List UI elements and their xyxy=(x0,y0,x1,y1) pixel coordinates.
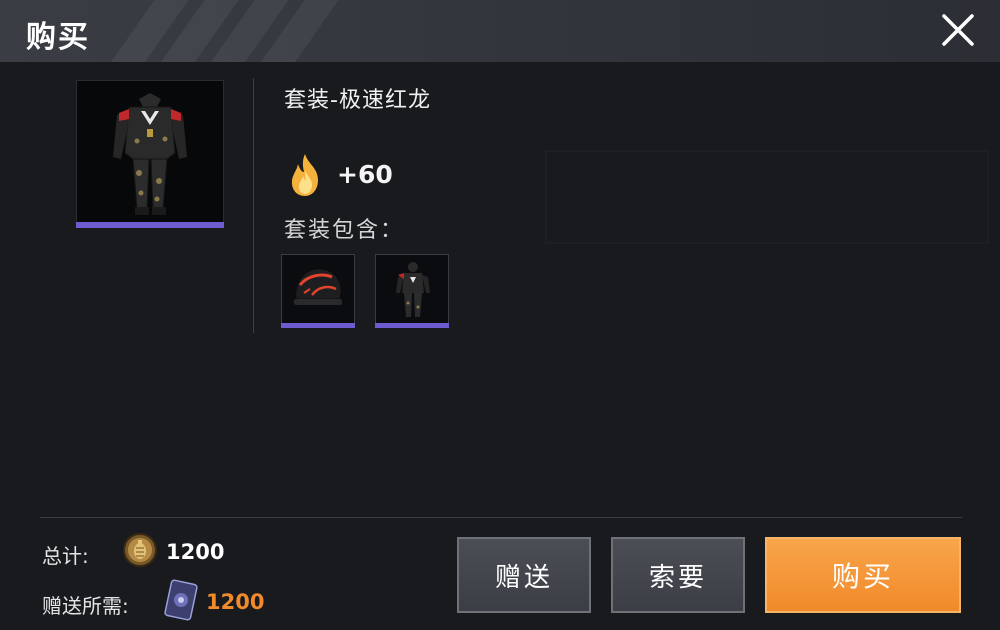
flame-icon xyxy=(286,152,324,198)
total-value: 1200 xyxy=(166,540,225,564)
gift-card-icon xyxy=(162,578,198,622)
gift-required-value: 1200 xyxy=(206,590,265,614)
item-preview[interactable] xyxy=(76,80,224,228)
score-value: +60 xyxy=(337,160,393,189)
coin-icon xyxy=(122,532,158,568)
dialog-title: 购买 xyxy=(26,20,90,55)
helmet-icon xyxy=(294,268,342,305)
total-label: 总计: xyxy=(42,544,89,568)
horizontal-divider xyxy=(40,517,962,518)
outfit-icon xyxy=(396,262,430,317)
vertical-divider xyxy=(253,78,254,333)
gift-required-label: 赠送所需: xyxy=(42,594,129,618)
request-button[interactable]: 索要 xyxy=(611,537,745,613)
rarity-bar xyxy=(76,222,224,228)
contents-label: 套装包含： xyxy=(284,218,405,243)
gift-button[interactable]: 赠送 xyxy=(457,537,591,613)
outfit-icon xyxy=(113,93,187,215)
content-item-helmet[interactable] xyxy=(281,254,355,328)
rarity-bar xyxy=(375,323,449,328)
content-item-outfit[interactable] xyxy=(375,254,449,328)
title-bar: 购买 xyxy=(0,0,1000,62)
buy-button[interactable]: 购买 xyxy=(765,537,961,613)
close-icon[interactable] xyxy=(938,10,978,50)
rarity-bar xyxy=(281,323,355,328)
item-name: 套装-极速红龙 xyxy=(284,88,431,113)
